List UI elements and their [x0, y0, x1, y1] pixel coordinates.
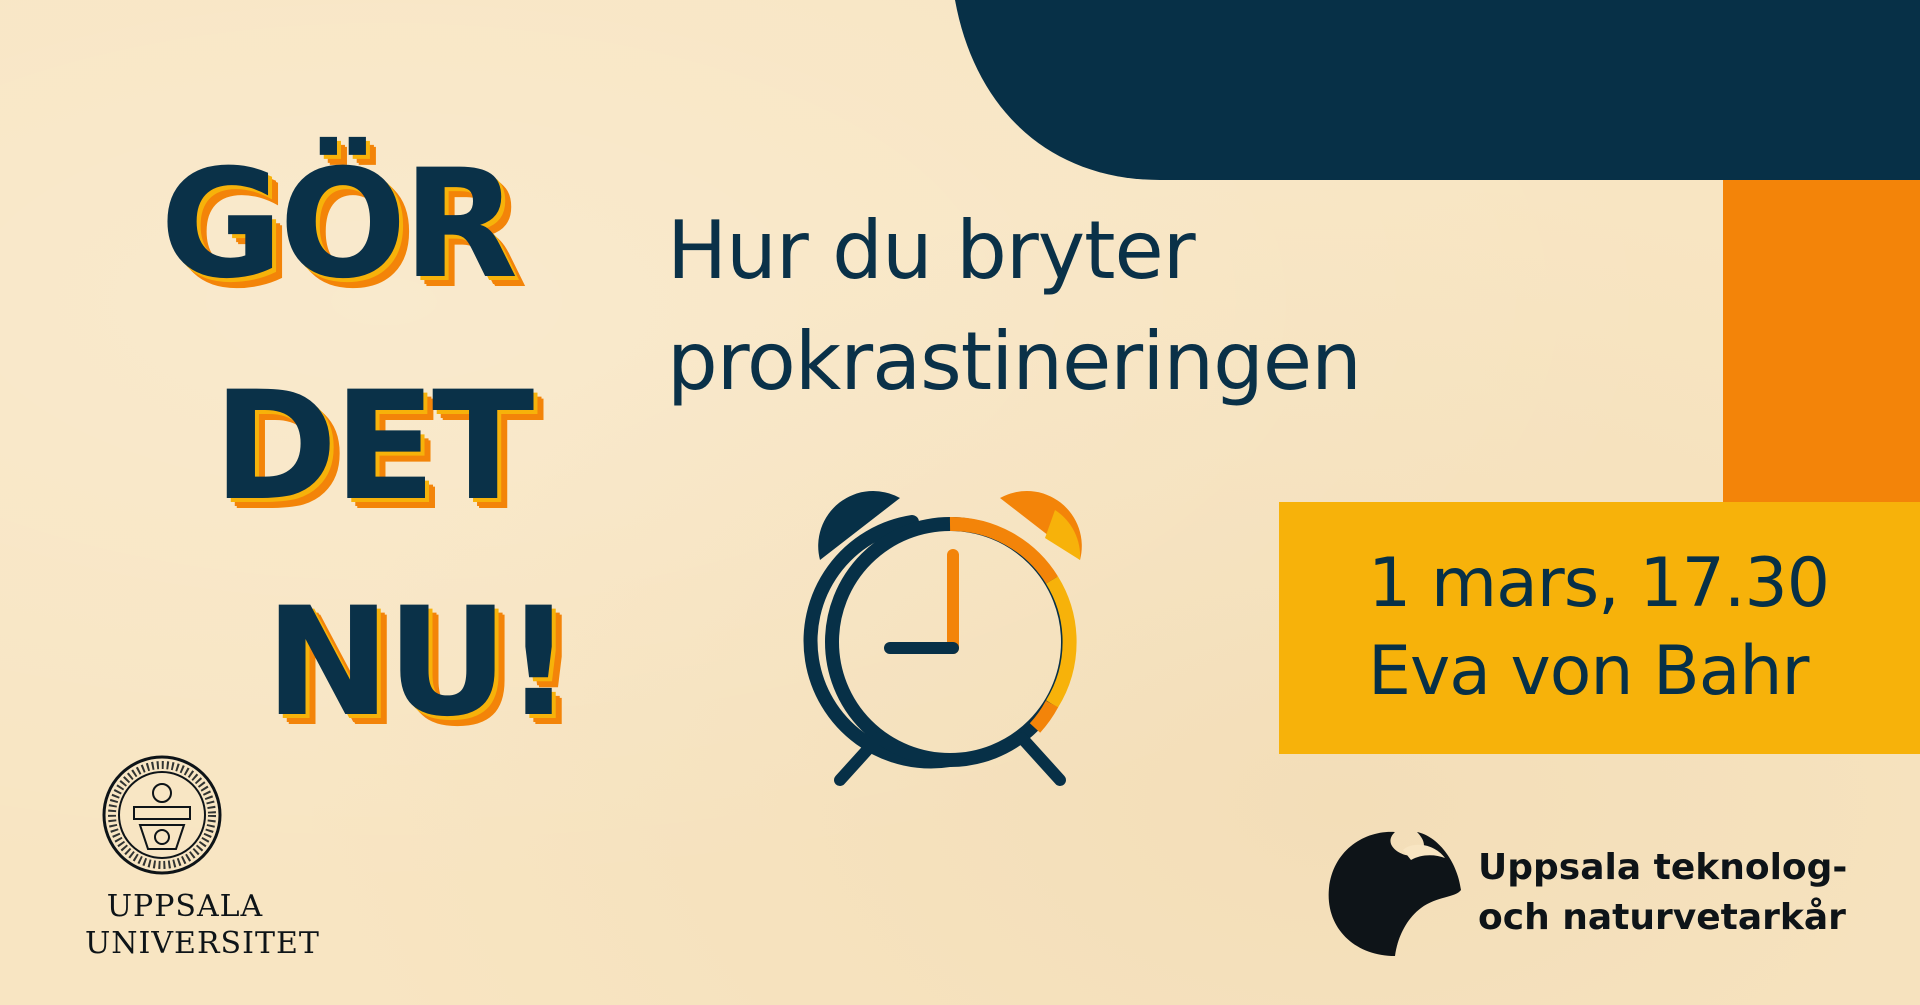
- utn-line-2: och naturvetarkår: [1478, 897, 1846, 938]
- utn-logo-mark: [1328, 831, 1461, 956]
- utn-wordmark: Uppsala teknolog- och naturvetarkår: [1478, 843, 1847, 943]
- orange-accent-block: [1723, 180, 1920, 510]
- headline-word-2: DET: [213, 360, 534, 534]
- event-date-time: 1 mars, 17.30: [1368, 544, 1830, 623]
- uppsala-university-wordmark: UPPSALA UNIVERSITET: [85, 888, 320, 962]
- uppsala-university-seal: [102, 755, 222, 875]
- headline-word-3: NU!: [265, 576, 573, 750]
- subtitle-line-1: Hur du bryter: [667, 204, 1196, 297]
- subtitle: Hur du bryter prokrastineringen: [667, 195, 1567, 417]
- uppsala-line-1: UPPSALA: [106, 889, 264, 924]
- headline-word-1: GÖR: [160, 138, 518, 312]
- event-info-box: 1 mars, 17.30 Eva von Bahr: [1279, 502, 1920, 754]
- uppsala-line-2: UNIVERSITET: [85, 926, 320, 961]
- alarm-clock-icon: [803, 491, 1082, 786]
- utn-line-1: Uppsala teknolog-: [1478, 847, 1848, 888]
- event-speaker: Eva von Bahr: [1368, 632, 1809, 711]
- subtitle-line-2: prokrastineringen: [667, 315, 1362, 408]
